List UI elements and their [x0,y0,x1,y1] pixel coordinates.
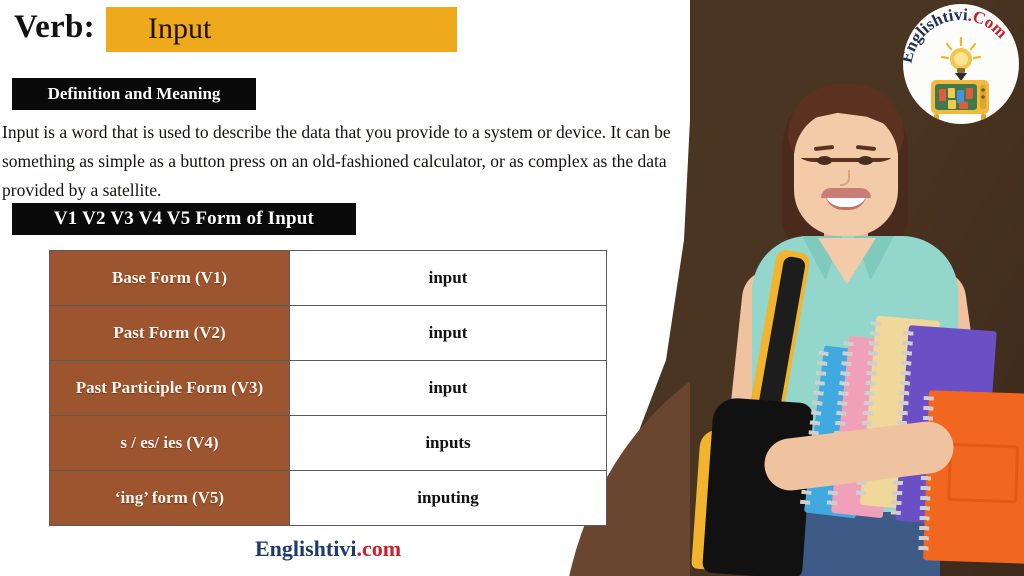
form-value-cell: input [289,305,607,361]
hair-front [788,84,904,162]
form-label-cell: Base Form (V1) [49,250,290,306]
footer-brand-tld: .com [356,536,402,561]
television-icon [931,80,989,121]
form-label-cell: Past Form (V2) [49,305,290,361]
verb-word: Input [148,12,212,45]
table-row: Past Participle Form (V3) input [49,360,607,416]
form-label-cell: s / es/ ies (V4) [49,415,290,471]
footer-brand-name: Englishtivi [254,536,357,561]
form-label-cell: Past Participle Form (V3) [49,360,290,416]
englishtivi-logo[interactable]: Englishtivi.Com [903,4,1019,124]
forms-heading-chip: V1 V2 V3 V4 V5 Form of Input [12,203,356,235]
table-row: Base Form (V1) input [49,250,607,306]
verb-forms-table: Base Form (V1) input Past Form (V2) input Pa… [49,250,607,526]
definition-heading-chip: Definition and Meaning [12,78,256,110]
form-label-cell: ‘ing’ form (V5) [49,470,290,526]
form-value-cell: input [289,250,607,306]
form-value-cell: inputs [289,415,607,471]
table-row: s / es/ ies (V4) inputs [49,415,607,471]
table-row: Past Form (V2) input [49,305,607,361]
lightbulb-icon [940,36,982,81]
eye-right [858,156,873,165]
definition-text: Input is a word that is used to describe… [2,122,671,200]
table-row: ‘ing’ form (V5) inputing [49,470,607,526]
form-value-cell: input [289,360,607,416]
footer-brand[interactable]: Englishtivi.com [49,536,607,562]
form-value-cell: inputing [289,470,607,526]
notebook-orange [918,390,1024,564]
eye-left [817,156,832,165]
verb-label: Verb: [14,9,95,45]
slide-canvas: Englishtivi.Com [0,0,1024,576]
